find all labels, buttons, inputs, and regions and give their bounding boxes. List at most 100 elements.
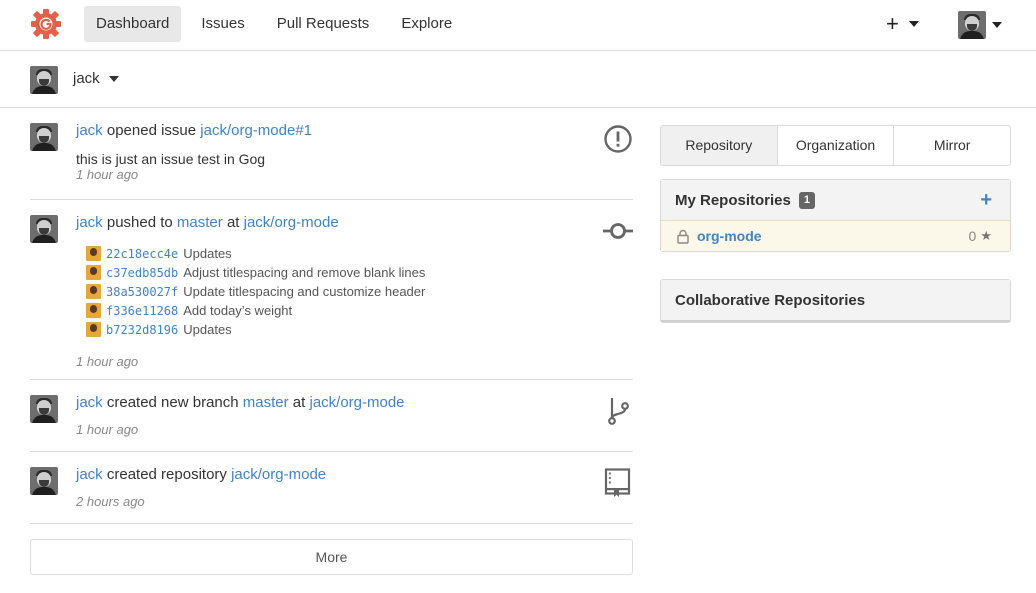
issue-title-text: this is just an issue test in Gog [76,151,266,167]
at-text: at [292,394,306,411]
timestamp: 1 hour ago [76,354,139,369]
avatar [86,303,101,318]
commit-message: Add today’s weight [183,303,293,318]
commit-message: Update titlespacing and customize header [183,284,426,299]
nav-dashboard[interactable]: Dashboard [84,6,182,42]
collaborative-repositories-panel: Collaborative Repositories [660,279,1011,323]
commit-message: Updates [183,322,232,337]
panel-title: Collaborative Repositories [675,291,866,309]
avatar [958,11,986,39]
lock-icon [677,229,689,244]
collaborative-repositories-header: Collaborative Repositories [661,280,1010,322]
more-button[interactable]: More [30,539,633,575]
commit-message: Updates [183,246,232,261]
action-text: pushed to [106,214,173,231]
commit-item: 22c18ecc4e Updates [86,244,596,263]
commit-sha-link[interactable]: f336e11268 [106,304,178,318]
actor-link[interactable]: jack [76,466,103,483]
plus-icon: + [886,11,899,36]
tab-organization[interactable]: Organization [778,126,895,165]
my-repositories-header: My Repositories 1 + [661,180,1010,220]
tab-repository[interactable]: Repository [661,126,778,165]
commit-message: Adjust titlespacing and remove blank lin… [183,265,426,280]
commit-item: 38a530027f Update titlespacing and custo… [86,282,596,301]
repo-type-tabs: Repository Organization Mirror [660,125,1011,166]
gogs-logo-icon[interactable] [30,8,62,40]
target-link[interactable]: jack/org-mode [309,394,404,411]
context-user-name: jack [73,70,100,87]
nav-pull-requests[interactable]: Pull Requests [265,6,382,42]
feed-item-content: jack created repository jack/org-mode 2 … [76,466,596,509]
git-commit-icon [603,223,633,239]
repo-count-badge: 1 [798,191,815,209]
feed-item-title: jack pushed to master at jack/org-mode [76,214,596,232]
nav-explore[interactable]: Explore [389,6,464,42]
commit-item: f336e11268 Add today’s weight [86,301,596,320]
star-count: 0 [968,228,977,244]
add-repository-button[interactable]: + [980,189,992,212]
avatar [86,246,101,261]
repo-list-item[interactable]: org-mode 0 ★ [661,220,1010,251]
feed-item-title: jack created new branch master at jack/o… [76,394,596,412]
commit-item: b7232d8196 Updates [86,320,596,339]
user-avatar-dropdown[interactable] [958,11,1002,39]
my-repositories-panel: My Repositories 1 + org-mode 0 ★ [660,179,1011,252]
context-user-dropdown[interactable]: jack [73,70,119,87]
top-navbar: Dashboard Issues Pull Requests Explore + [0,0,1036,51]
chevron-down-icon [108,75,119,82]
feed-item: jack created new branch master at jack/o… [30,380,633,452]
main-nav: Dashboard Issues Pull Requests Explore [84,6,472,42]
feed-item-title: jack opened issue jack/org-mode#1 [76,122,596,140]
feed-item: jack opened issue jack/org-mode#1 this i… [30,108,633,200]
actor-link[interactable]: jack [76,394,103,411]
git-branch-icon [608,398,629,425]
feed-item-content: jack pushed to master at jack/org-mode 2… [76,214,596,369]
actor-link[interactable]: jack [76,214,103,231]
feed-item: jack created repository jack/org-mode 2 … [30,452,633,524]
target-link[interactable]: jack/org-mode#1 [200,122,312,139]
avatar [86,265,101,280]
timestamp: 2 hours ago [76,494,145,509]
actor-link[interactable]: jack [76,122,103,139]
repo-name-link[interactable]: org-mode [697,228,762,244]
feed-item-content: jack opened issue jack/org-mode#1 this i… [76,122,596,182]
branch-link[interactable]: master [243,394,289,411]
feed-item: jack pushed to master at jack/org-mode 2… [30,200,633,380]
panel-title: My Repositories [675,191,791,209]
avatar [86,322,101,337]
avatar [30,66,58,94]
context-switcher-bar: jack [0,51,1036,108]
target-link[interactable]: jack/org-mode [231,466,326,483]
timestamp: 1 hour ago [76,167,139,182]
avatar[interactable] [30,467,58,495]
chevron-down-icon [908,21,919,27]
create-new-dropdown[interactable]: + [886,12,919,36]
at-text: at [226,214,240,231]
tab-mirror[interactable]: Mirror [894,126,1010,165]
commit-sha-link[interactable]: 38a530027f [106,285,178,299]
activity-feed: jack opened issue jack/org-mode#1 this i… [30,108,633,575]
action-text: created repository [106,466,227,483]
commit-list: 22c18ecc4e Updates c37edb85db Adjust tit… [86,244,596,339]
chevron-down-icon [992,22,1002,28]
commit-sha-link[interactable]: c37edb85db [106,266,178,280]
timestamp: 1 hour ago [76,422,139,437]
feed-item-content: jack created new branch master at jack/o… [76,394,596,437]
avatar[interactable] [30,215,58,243]
avatar[interactable] [30,395,58,423]
target-link[interactable]: jack/org-mode [244,214,339,231]
commit-sha-link[interactable]: 22c18ecc4e [106,247,178,261]
nav-issues[interactable]: Issues [189,6,256,42]
repo-stars: 0 ★ [969,228,992,244]
commit-item: c37edb85db Adjust titlespacing and remov… [86,263,596,282]
avatar[interactable] [30,123,58,151]
action-text: created new branch [106,394,239,411]
avatar [86,284,101,299]
feed-item-title: jack created repository jack/org-mode [76,466,596,484]
repo-book-icon [604,468,631,497]
branch-link[interactable]: master [177,214,223,231]
star-icon: ★ [980,228,992,243]
issue-opened-icon [604,125,632,153]
commit-sha-link[interactable]: b7232d8196 [106,323,178,337]
action-text: opened issue [106,122,197,139]
